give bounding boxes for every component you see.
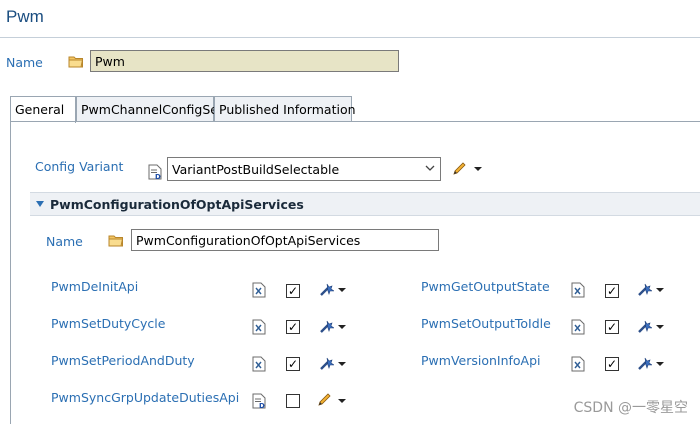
- config-variant-label: Config Variant: [35, 159, 124, 174]
- document-icon: [148, 164, 162, 180]
- folder-icon[interactable]: [68, 55, 84, 68]
- name-label: Name: [6, 55, 43, 70]
- param-checkbox[interactable]: ✓: [286, 320, 300, 334]
- param-label: PwmSetOutputToIdle: [421, 316, 551, 331]
- wand-icon[interactable]: [636, 319, 652, 335]
- dropdown-arrow-icon[interactable]: [338, 288, 346, 292]
- pencil-icon[interactable]: [451, 161, 467, 177]
- param-checkbox[interactable]: [286, 394, 300, 408]
- dropdown-arrow-icon[interactable]: [338, 362, 346, 366]
- config-variant-select[interactable]: VariantPostBuildSelectable: [167, 157, 441, 181]
- param-label: PwmSyncGrpUpdateDutiesApi: [51, 390, 240, 405]
- panel-border: [10, 121, 11, 424]
- document-icon: [252, 393, 266, 409]
- checkmark-icon: ✓: [288, 320, 299, 334]
- document-icon: [571, 282, 585, 298]
- document-icon: [252, 282, 266, 298]
- document-icon: [571, 356, 585, 372]
- checkmark-icon: ✓: [288, 357, 299, 371]
- param-checkbox[interactable]: ✓: [605, 320, 619, 334]
- document-icon: [571, 319, 585, 335]
- tab-divider: [10, 121, 700, 122]
- dropdown-arrow-icon[interactable]: [338, 325, 346, 329]
- checkmark-icon: ✓: [607, 357, 618, 371]
- document-icon: [252, 356, 266, 372]
- section-header[interactable]: PwmConfigurationOfOptApiServices: [30, 192, 700, 216]
- param-checkbox[interactable]: ✓: [605, 357, 619, 371]
- tab-published-information[interactable]: Published Information: [214, 96, 356, 122]
- wand-icon[interactable]: [318, 282, 334, 298]
- param-label: PwmGetOutputState: [421, 279, 550, 294]
- param-label: PwmSetPeriodAndDuty: [51, 353, 195, 368]
- dropdown-arrow-icon[interactable]: [474, 167, 482, 171]
- page-title: Pwm: [6, 7, 44, 26]
- dropdown-arrow-icon[interactable]: [656, 288, 664, 292]
- param-checkbox[interactable]: ✓: [286, 284, 300, 298]
- editor-title-bar: Pwm: [0, 0, 700, 38]
- tab-general[interactable]: General: [10, 96, 76, 123]
- folder-icon[interactable]: [108, 234, 124, 247]
- section-name-field[interactable]: PwmConfigurationOfOptApiServices: [131, 229, 439, 251]
- dropdown-arrow-icon[interactable]: [656, 362, 664, 366]
- param-checkbox[interactable]: ✓: [286, 357, 300, 371]
- chevron-down-icon: [424, 161, 436, 175]
- watermark: CSDN @一零星空: [573, 400, 688, 416]
- document-icon: [252, 319, 266, 335]
- param-label: PwmSetDutyCycle: [51, 316, 166, 331]
- collapse-triangle-icon[interactable]: [36, 201, 44, 207]
- checkmark-icon: ✓: [607, 284, 618, 298]
- param-label: PwmVersionInfoApi: [421, 353, 541, 368]
- section-name-label: Name: [46, 234, 83, 249]
- wand-icon[interactable]: [636, 356, 652, 372]
- tab-pwm-channel-config-set[interactable]: PwmChannelConfigSet: [76, 96, 223, 122]
- config-variant-value: VariantPostBuildSelectable: [172, 162, 340, 177]
- wand-icon[interactable]: [636, 282, 652, 298]
- checkmark-icon: ✓: [288, 284, 299, 298]
- name-field[interactable]: Pwm: [90, 50, 399, 72]
- section-title: PwmConfigurationOfOptApiServices: [50, 197, 304, 212]
- param-label: PwmDeInitApi: [51, 279, 139, 294]
- checkmark-icon: ✓: [607, 320, 618, 334]
- dropdown-arrow-icon[interactable]: [656, 325, 664, 329]
- wand-icon[interactable]: [318, 356, 334, 372]
- pencil-icon[interactable]: [316, 392, 332, 408]
- param-checkbox[interactable]: ✓: [605, 284, 619, 298]
- wand-icon[interactable]: [318, 319, 334, 335]
- dropdown-arrow-icon[interactable]: [338, 399, 346, 403]
